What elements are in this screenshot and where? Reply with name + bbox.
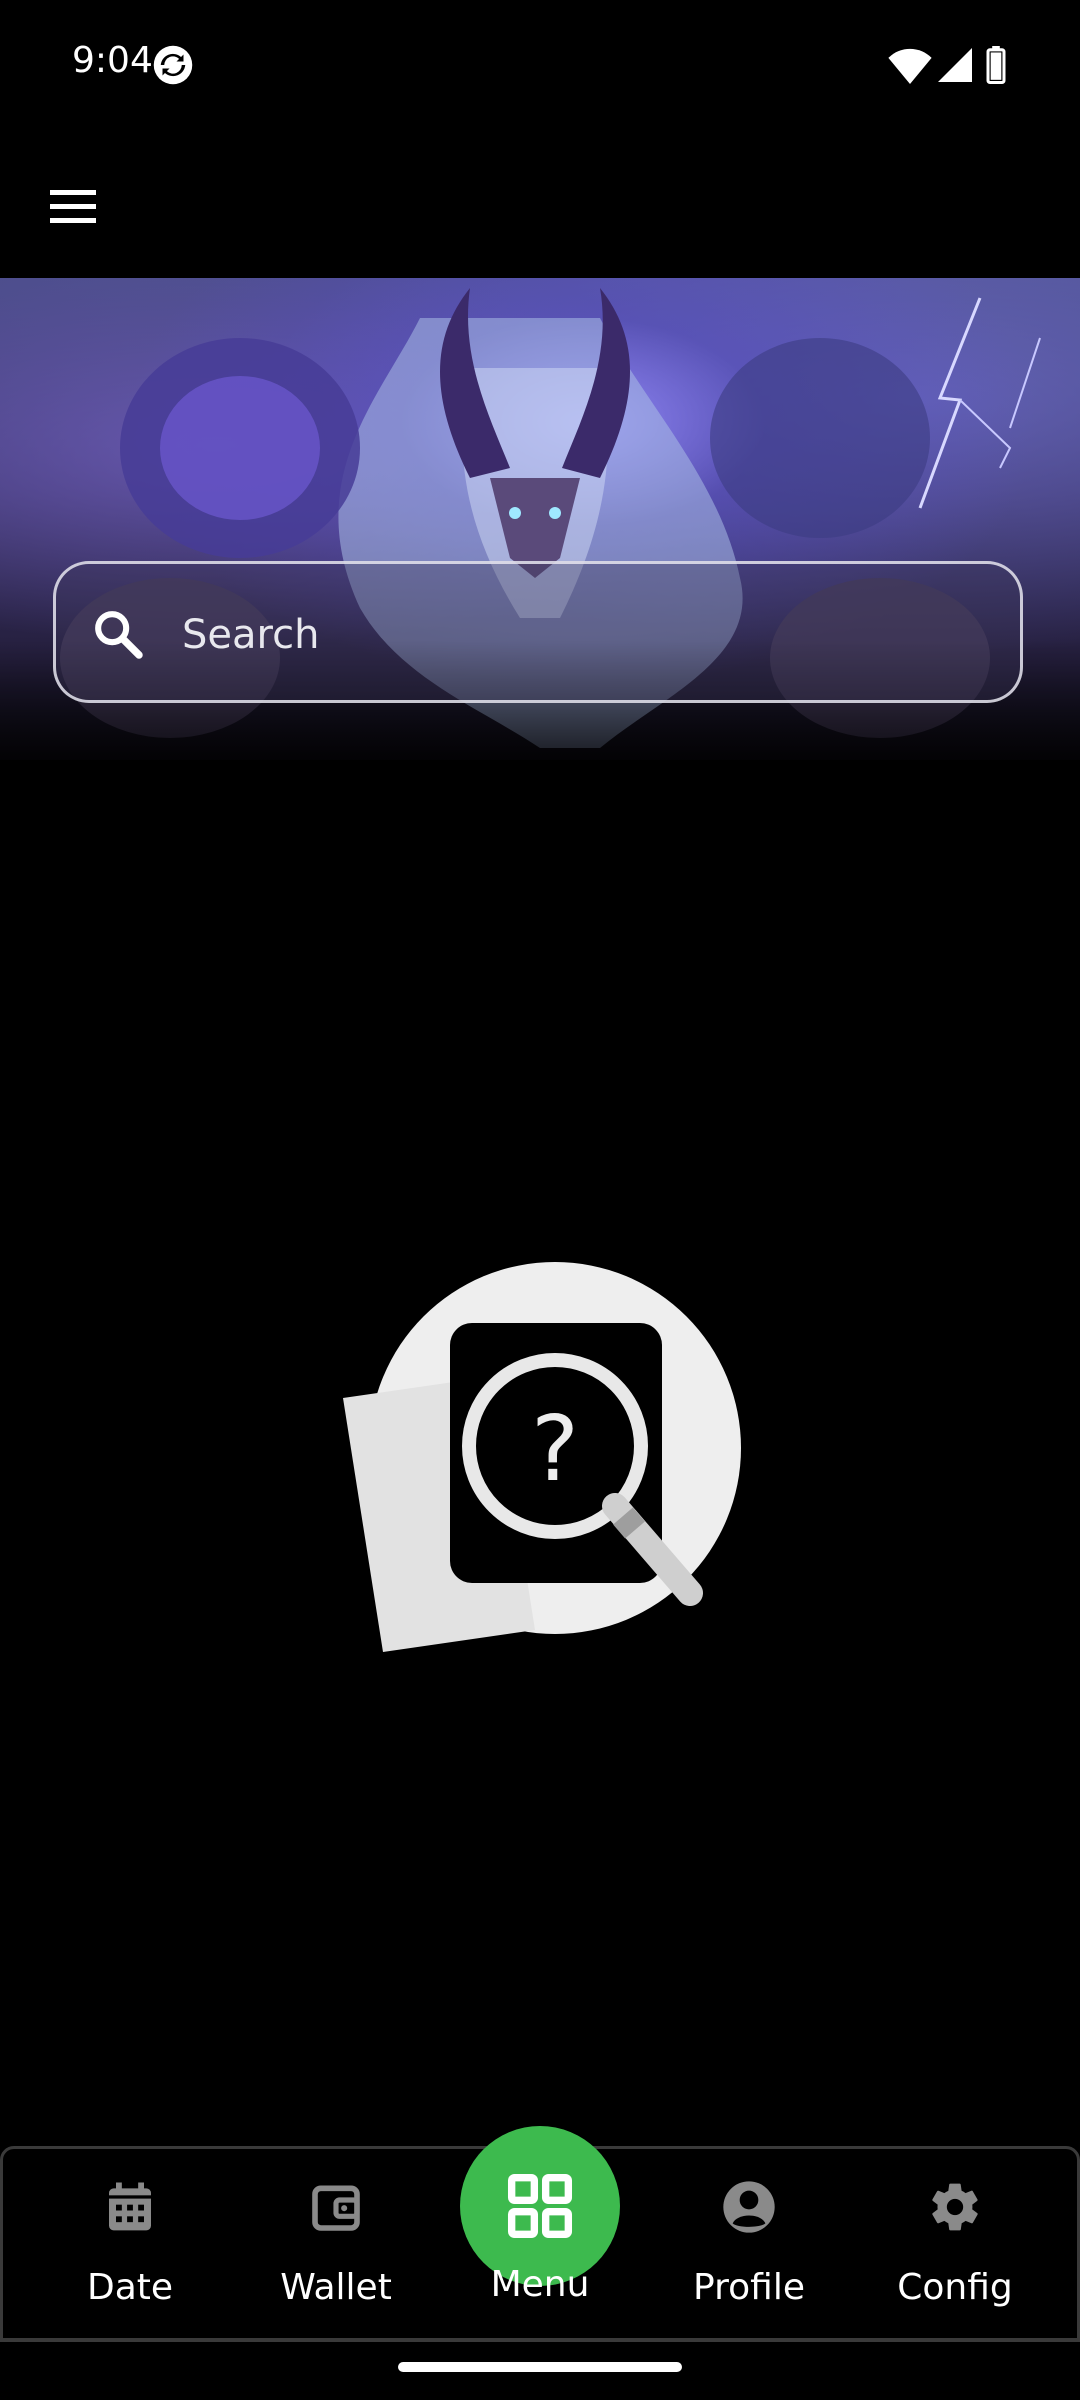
calendar-icon — [109, 2182, 151, 2231]
nav-label-profile: Profile — [693, 2267, 805, 2308]
wifi-icon — [888, 48, 932, 84]
nav-item-wallet[interactable]: Wallet — [236, 2149, 436, 2345]
nav-item-date[interactable]: Date — [30, 2149, 230, 2345]
nav-item-profile[interactable]: Profile — [649, 2149, 849, 2345]
nav-label-wallet: Wallet — [280, 2267, 392, 2308]
wallet-icon — [312, 2185, 360, 2231]
hamburger-menu-icon[interactable] — [44, 180, 102, 232]
search-input[interactable] — [180, 594, 984, 676]
gear-icon — [932, 2183, 978, 2231]
nav-label-config: Config — [897, 2267, 1013, 2308]
grid-icon — [507, 2173, 573, 2239]
no-results-search-illustration: ? — [343, 1262, 741, 1652]
nav-divider — [0, 2338, 1080, 2341]
status-bar: 9:04 — [0, 0, 1080, 130]
home-indicator[interactable] — [398, 2362, 682, 2372]
nav-label-date: Date — [86, 2267, 174, 2308]
menu-button[interactable] — [460, 2126, 620, 2286]
search-bar[interactable] — [53, 561, 1023, 703]
svg-text:?: ? — [531, 1397, 579, 1502]
search-icon — [95, 611, 143, 659]
status-time: 9:04 — [72, 40, 153, 81]
nav-item-config[interactable]: Config — [855, 2149, 1055, 2345]
profile-icon — [723, 2181, 775, 2233]
sync-icon — [153, 45, 193, 85]
battery-icon — [986, 46, 1006, 84]
nav-label-menu: Menu — [490, 2264, 590, 2305]
app-screen: 9:04 Search ? Date Wallet Profile Config… — [0, 0, 1080, 2400]
signal-icon — [938, 48, 972, 82]
